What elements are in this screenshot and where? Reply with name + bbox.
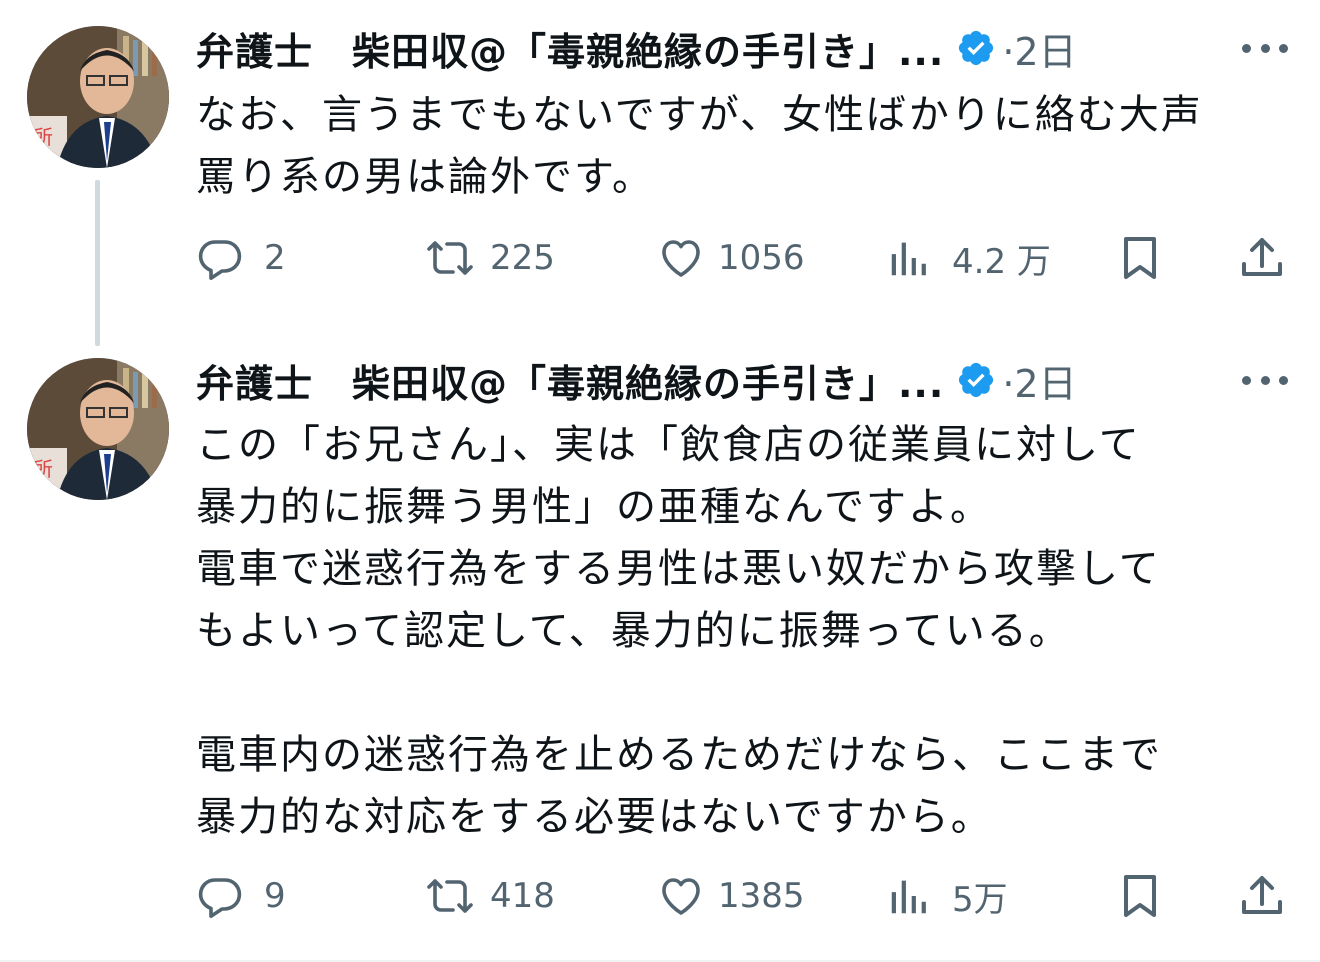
bookmark-button[interactable]	[1116, 866, 1164, 926]
views-count: 5万	[952, 879, 1008, 920]
reply-icon	[198, 240, 242, 280]
like-button[interactable]: 1056	[656, 228, 805, 288]
tweet-line: 暴力的に振舞う男性」の亜種なんですよ。	[196, 484, 992, 530]
verified-badge-icon	[959, 362, 994, 398]
action-bar: 2 225 1056 4.2 万	[0, 228, 1320, 288]
more-icon[interactable]	[1242, 373, 1288, 387]
like-count: 1056	[718, 238, 805, 278]
timestamp[interactable]: ·2日	[1002, 353, 1076, 408]
share-button[interactable]	[1238, 866, 1286, 926]
tweet-line: この「お兄さん」、実は「飲食店の従業員に対して	[196, 422, 1141, 468]
svg-text:所: 所	[33, 457, 53, 481]
tweet-line: 暴力的な対応をする必要はないですから。	[196, 794, 993, 840]
share-icon	[1242, 876, 1282, 914]
timestamp[interactable]: ·2日	[1002, 21, 1076, 76]
reply-count: 2	[264, 238, 286, 278]
like-icon	[662, 878, 700, 915]
retweet-button[interactable]: 225	[424, 228, 555, 288]
retweet-icon	[427, 879, 473, 913]
tweet-line: 罵り系の男は論外です。	[196, 154, 654, 200]
author-name[interactable]: 弁護士 柴田収@「毒親絶縁の手引き」...	[196, 21, 944, 76]
more-icon[interactable]	[1242, 41, 1288, 55]
svg-text:所: 所	[33, 125, 53, 149]
verified-badge-icon	[959, 30, 994, 66]
bookmark-icon	[1124, 875, 1156, 917]
views-icon	[891, 880, 926, 914]
views-button[interactable]: 5万	[886, 866, 1008, 926]
tweet-line: 電車で迷惑行為をする男性は悪い奴だから攻撃して	[196, 546, 1161, 592]
tweet-line: なお、言うまでもないですが、女性ばかりに絡む大声	[196, 92, 1203, 138]
share-button[interactable]	[1238, 228, 1286, 288]
like-count: 1385	[718, 876, 805, 916]
views-button[interactable]: 4.2 万	[886, 228, 1051, 288]
share-icon	[1242, 238, 1282, 276]
tweet-line: もよいって認定して、暴力的に振舞っている。	[196, 608, 1071, 654]
reply-button[interactable]: 9	[196, 866, 286, 926]
tweet-header: 弁護士 柴田収@「毒親絶縁の手引き」... ·2日	[196, 352, 1077, 408]
tweet-line: 電車内の迷惑行為を止めるためだけなら、ここまで	[196, 732, 1162, 778]
views-count: 4.2 万	[952, 241, 1051, 282]
like-button[interactable]: 1385	[656, 866, 805, 926]
reply-count: 9	[264, 876, 286, 916]
retweet-icon	[427, 241, 473, 275]
retweet-button[interactable]: 418	[424, 866, 555, 926]
bookmark-icon	[1124, 237, 1156, 279]
reply-button[interactable]: 2	[196, 228, 286, 288]
action-bar: 9 418 1385 5万	[0, 866, 1320, 926]
avatar[interactable]: 所	[27, 358, 169, 500]
retweet-count: 225	[490, 238, 555, 278]
retweet-count: 418	[490, 876, 555, 916]
avatar[interactable]: 所	[27, 26, 169, 168]
tweet-line-blank	[196, 662, 1296, 724]
avatar-photo: 所	[27, 358, 169, 500]
tweet-text: この「お兄さん」、実は「飲食店の従業員に対して 暴力的に振舞う男性」の亜種なんで…	[196, 414, 1296, 848]
like-icon	[662, 240, 700, 277]
tweet-header: 弁護士 柴田収@「毒親絶縁の手引き」... ·2日	[196, 20, 1077, 76]
views-icon	[891, 242, 926, 276]
author-name[interactable]: 弁護士 柴田収@「毒親絶縁の手引き」...	[196, 353, 944, 408]
tweet-text: なお、言うまでもないですが、女性ばかりに絡む大声 罵り系の男は論外です。	[196, 84, 1296, 208]
bookmark-button[interactable]	[1116, 228, 1164, 288]
avatar-photo: 所	[27, 26, 169, 168]
reply-icon	[198, 878, 242, 918]
